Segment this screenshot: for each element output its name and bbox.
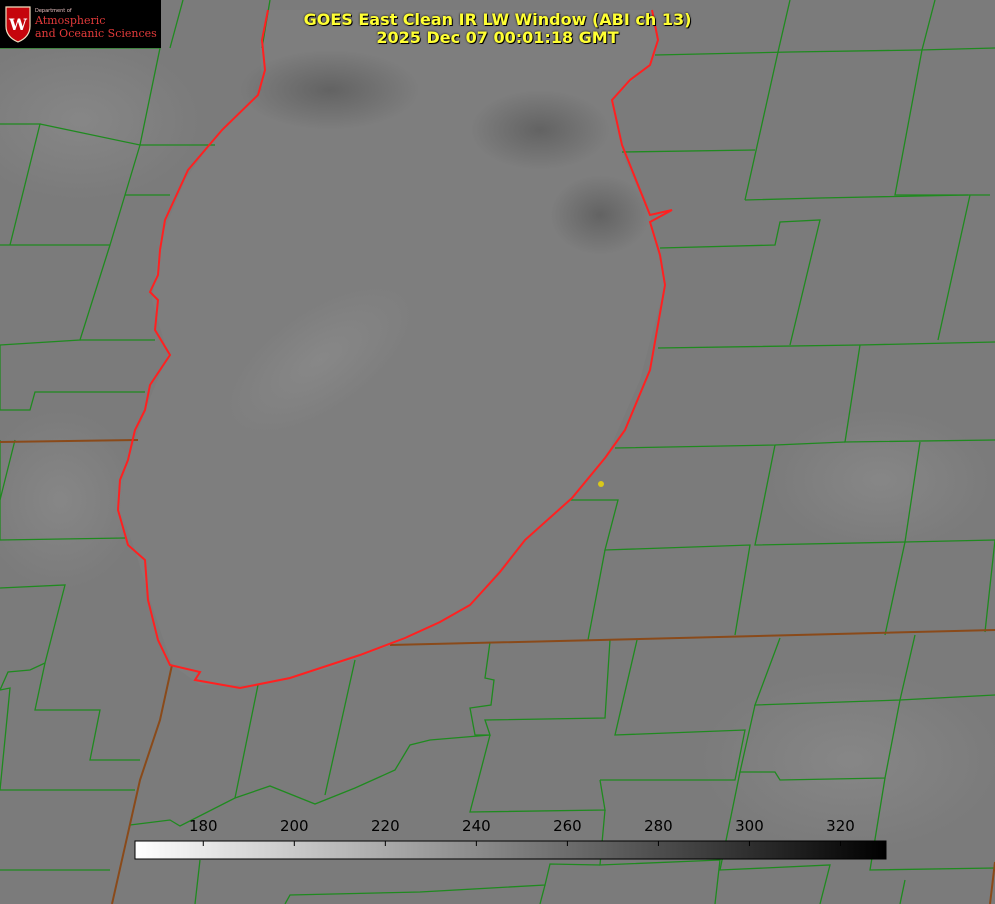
cloud-patch <box>770 410 990 550</box>
image-title: GOES East Clean IR LW Window (ABI ch 13)… <box>0 11 995 47</box>
satellite-image: W Department of Atmospheric and Oceanic … <box>0 0 995 904</box>
location-marker <box>598 481 604 487</box>
dark-cloud <box>240 50 420 130</box>
dark-cloud <box>470 90 610 170</box>
title-line1: GOES East Clean IR LW Window (ABI ch 13) <box>303 10 692 29</box>
dark-cloud <box>550 175 650 255</box>
title-line2: 2025 Dec 07 00:01:18 GMT <box>376 28 619 47</box>
map-canvas <box>0 0 995 904</box>
